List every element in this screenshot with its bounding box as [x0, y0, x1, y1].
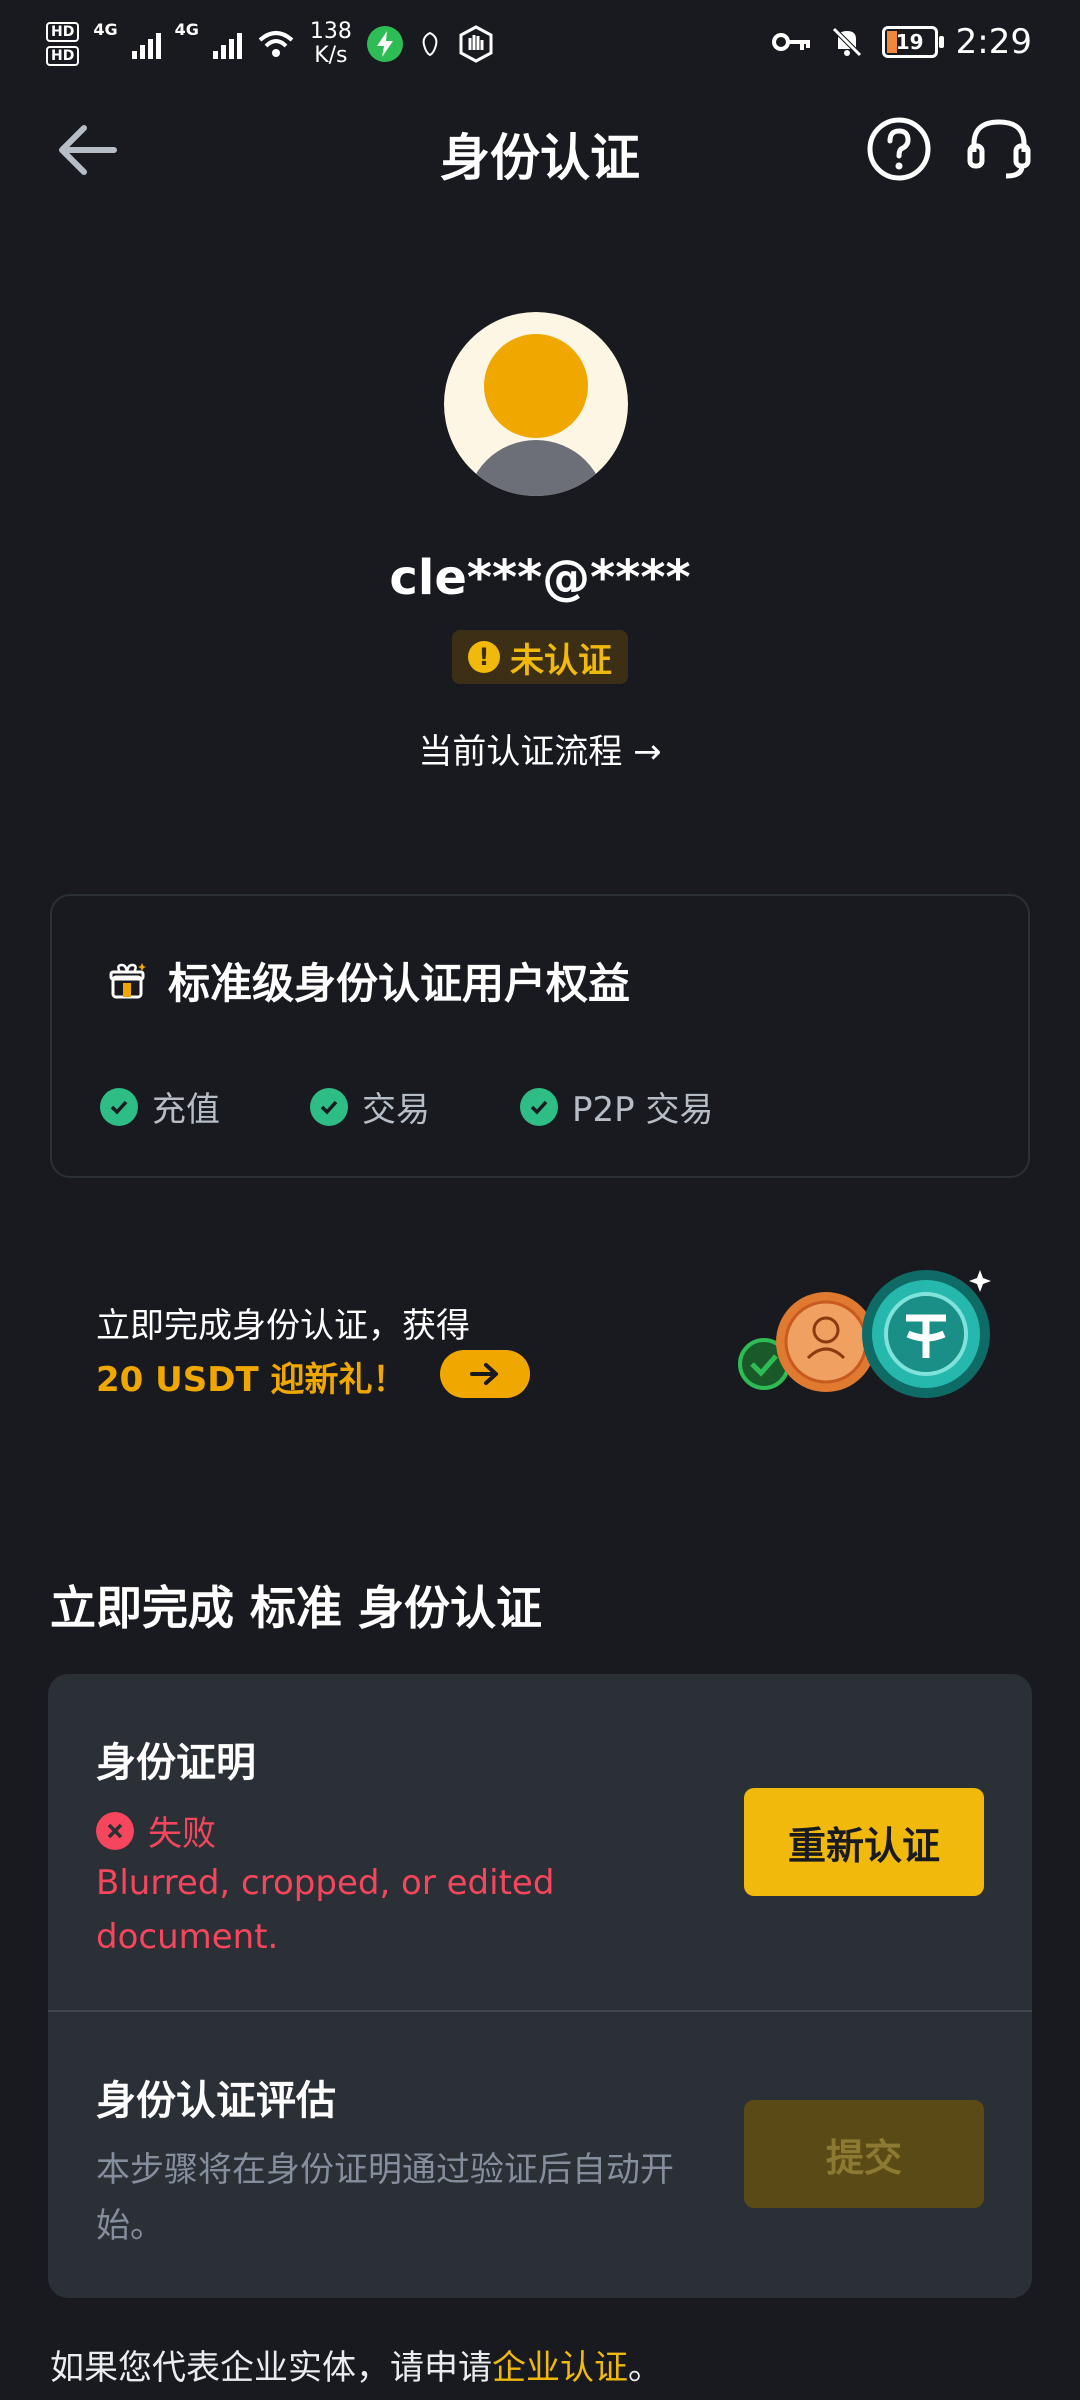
network-type-1: 4G [93, 20, 118, 39]
error-icon [96, 1811, 134, 1850]
status-bar-right: 19 2:29 [771, 22, 1032, 62]
arrow-right-icon [470, 1363, 498, 1385]
check-icon [520, 1087, 558, 1126]
benefit-label: P2P 交易 [572, 1090, 714, 1130]
status-label: 未认证 [510, 640, 612, 681]
customer-service-icon[interactable] [964, 114, 1034, 184]
benefits-card [50, 894, 1030, 1178]
step-status-failed: 失败 [96, 1806, 216, 1855]
key-icon [771, 33, 810, 51]
warning-icon: ! [468, 641, 500, 673]
benefits-title: 标准级身份认证用户权益 [108, 950, 630, 1011]
promo-arrow-button[interactable] [440, 1350, 530, 1398]
enterprise-note-text: 如果您代表企业实体，请申请 [50, 2348, 492, 2388]
hd-label-2: HD [46, 46, 80, 66]
speed-value: 138 [309, 19, 352, 44]
hd-label-1: HD [46, 22, 80, 42]
promo-text: 立即完成身份认证，获得 [96, 1306, 470, 1346]
check-icon [100, 1087, 138, 1126]
benefit-label: 交易 [362, 1090, 430, 1130]
username: cle***@**** [389, 550, 691, 606]
avatar [444, 312, 628, 496]
mute-bell-icon [831, 27, 862, 57]
step-identity-proof-title: 身份证明 [96, 1740, 256, 1786]
benefits-title-text: 标准级身份认证用户权益 [168, 959, 631, 1008]
status-bar: HD HD 4G 4G 138 K/s 19 2:29 [0, 0, 1080, 100]
status-bar-left: HD HD 4G 4G 138 K/s [46, 20, 496, 68]
submit-button[interactable]: 提交 [744, 2100, 984, 2208]
check-icon [310, 1087, 348, 1126]
hd-indicator: HD HD [46, 22, 80, 66]
enterprise-note: 如果您代表企业实体，请申请企业认证。 [50, 2340, 662, 2389]
speed-unit: K/s [314, 43, 348, 68]
gift-icon [109, 962, 146, 998]
divider [48, 2010, 1032, 2012]
step-assessment-description: 本步骤将在身份证明通过验证后自动开始。 [96, 2150, 674, 2246]
battery-level: 19 [895, 30, 924, 54]
promo-reward-text: 20 USDT 迎新礼！ [96, 1360, 407, 1400]
enterprise-verification-link[interactable]: 企业认证 [492, 2348, 628, 2388]
verification-status-badge: ! 未认证 [452, 630, 628, 684]
hand-app-icon [459, 25, 493, 63]
failure-reason: Blurred, cropped, or edited document. [96, 1863, 555, 1957]
status-text: 失败 [148, 1814, 216, 1854]
signal-icon-2 [212, 29, 242, 59]
usdt-coin-illustration [738, 1270, 991, 1398]
benefit-deposit: 充值 [100, 1082, 220, 1131]
network-speed: 138 K/s [310, 20, 352, 68]
notification-icon [422, 31, 438, 57]
benefit-trade: 交易 [310, 1082, 430, 1131]
enterprise-note-suffix: 。 [628, 2348, 662, 2388]
battery-icon: 19 [881, 26, 944, 58]
step-assessment-title: 身份认证评估 [96, 2078, 336, 2124]
network-type-2: 4G [174, 20, 199, 39]
section-title: 立即完成 标准 身份认证 [50, 1581, 543, 1635]
benefit-p2p: P2P 交易 [520, 1082, 713, 1131]
retry-verification-button[interactable]: 重新认证 [744, 1788, 984, 1896]
current-flow-link[interactable]: 当前认证流程 → [0, 724, 1080, 773]
signal-icon [131, 29, 161, 59]
charging-app-icon [366, 26, 403, 62]
benefit-label: 充值 [152, 1090, 220, 1130]
clock: 2:29 [955, 22, 1032, 62]
help-icon[interactable] [866, 116, 932, 182]
wifi-icon [258, 31, 294, 57]
